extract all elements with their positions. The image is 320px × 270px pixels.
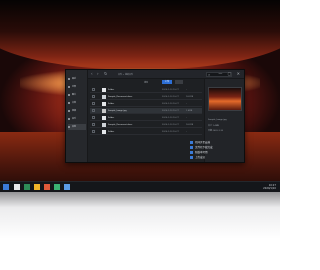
folder-icon (102, 116, 106, 120)
notification-icon (190, 155, 193, 159)
row-checkbox[interactable] (92, 130, 95, 133)
music-icon (68, 118, 70, 120)
sidebar-item-documents[interactable]: 文档 (68, 100, 86, 106)
sidebar-item-other[interactable]: 其他 (68, 124, 86, 130)
image-preview[interactable] (208, 87, 242, 111)
folder-icon (102, 102, 106, 106)
notification-icon (190, 140, 193, 144)
folder-icon (102, 130, 106, 134)
search-taskbar-icon[interactable] (14, 184, 20, 190)
upload-button[interactable]: 上传 (162, 80, 172, 84)
other-icon (68, 126, 70, 128)
system-tray-clock[interactable]: 10:27 2020/1/10 (263, 184, 276, 190)
detail-size: 大小 1.4MB (208, 125, 219, 127)
row-checkbox[interactable] (92, 109, 95, 112)
file-row[interactable]: Sample_Document.docx 2020-1-10 10:27 14.2K… (90, 94, 202, 100)
action-bar: 排序 上传 (88, 79, 204, 86)
sidebar-item-recent[interactable]: 最近 (68, 76, 86, 82)
row-checkbox[interactable] (92, 95, 95, 98)
detail-date: 日期 2020-1-10 (208, 130, 223, 132)
back-icon[interactable]: ‹ (91, 72, 93, 76)
notification-icon (190, 145, 193, 149)
window-controls[interactable]: — ▢ ✕ (218, 71, 242, 76)
app-icon-4[interactable] (64, 184, 70, 190)
app-icon-1[interactable] (24, 184, 30, 190)
file-row[interactable]: Folder 2020-1-10 10:27- (90, 87, 202, 93)
file-list: Folder 2020-1-10 10:27- Sample_Document.d… (90, 87, 202, 149)
sidebar-item-all[interactable]: 全部 (68, 84, 86, 90)
file-row[interactable]: Folder 2020-1-10 10:27- (90, 101, 202, 107)
toolbar: ‹ › ↻ 文件 > 我的文件 ⌕ — ▢ ✕ (88, 70, 244, 79)
row-checkbox[interactable] (92, 123, 95, 126)
document-icon (102, 123, 106, 127)
video-icon (68, 110, 70, 112)
view-toggle-button[interactable] (175, 80, 183, 84)
recent-icon (68, 78, 70, 80)
app-icon-2[interactable] (44, 184, 50, 190)
notification-item[interactable]: 已同步至云端 (190, 140, 210, 144)
notification-list: 已同步至云端 文件已下载完成 新版本可用 上传成功 (190, 140, 240, 166)
refresh-icon[interactable]: ↻ (104, 72, 107, 76)
folder-taskbar-icon[interactable] (34, 184, 40, 190)
sidebar: 最近 全部 图片 文档 视频 音乐 其他 (66, 70, 88, 162)
sidebar-item-images[interactable]: 图片 (68, 92, 86, 98)
file-row[interactable]: Sample_Image.jpg 2020-1-10 10:27 1.4MB (90, 108, 202, 114)
row-checkbox[interactable] (92, 116, 95, 119)
search-icon: ⌕ (208, 72, 211, 77)
app-icon-3[interactable] (54, 184, 60, 190)
detail-filename: Sample_Image.jpg (208, 119, 227, 121)
sort-button[interactable]: 排序 (144, 81, 148, 84)
notification-icon (190, 150, 193, 154)
screen-reflection (0, 192, 280, 270)
row-checkbox[interactable] (92, 88, 95, 91)
taskbar: 10:27 2020/1/10 (0, 181, 280, 192)
notification-item[interactable]: 新版本可用 (190, 150, 208, 154)
breadcrumb[interactable]: 文件 > 我的文件 (118, 73, 133, 76)
document-icon (102, 95, 106, 99)
wallpaper-arch-top (0, 0, 280, 70)
image-icon (102, 109, 106, 113)
notification-item[interactable]: 文件已下载完成 (190, 145, 213, 149)
image-icon (68, 94, 70, 96)
sidebar-item-videos[interactable]: 视频 (68, 108, 86, 114)
file-row[interactable]: Sample_Document.docx 2020-1-10 10:27 14.2K… (90, 122, 202, 128)
sidebar-item-music[interactable]: 音乐 (68, 116, 86, 122)
file-row[interactable]: Folder 2020-1-10 10:27- (90, 129, 202, 135)
file-row[interactable]: Folder 2020-1-10 10:27- (90, 115, 202, 121)
row-checkbox[interactable] (92, 102, 95, 105)
notification-item[interactable]: 上传成功 (190, 155, 205, 159)
start-button[interactable] (3, 184, 9, 190)
desktop-screen: 最近 全部 图片 文档 视频 音乐 其他 ‹ › ↻ 文件 > 我的文件 ⌕ —… (0, 0, 280, 192)
forward-icon[interactable]: › (97, 72, 99, 76)
document-icon (68, 102, 70, 104)
folder-icon (102, 88, 106, 92)
all-files-icon (68, 86, 70, 88)
